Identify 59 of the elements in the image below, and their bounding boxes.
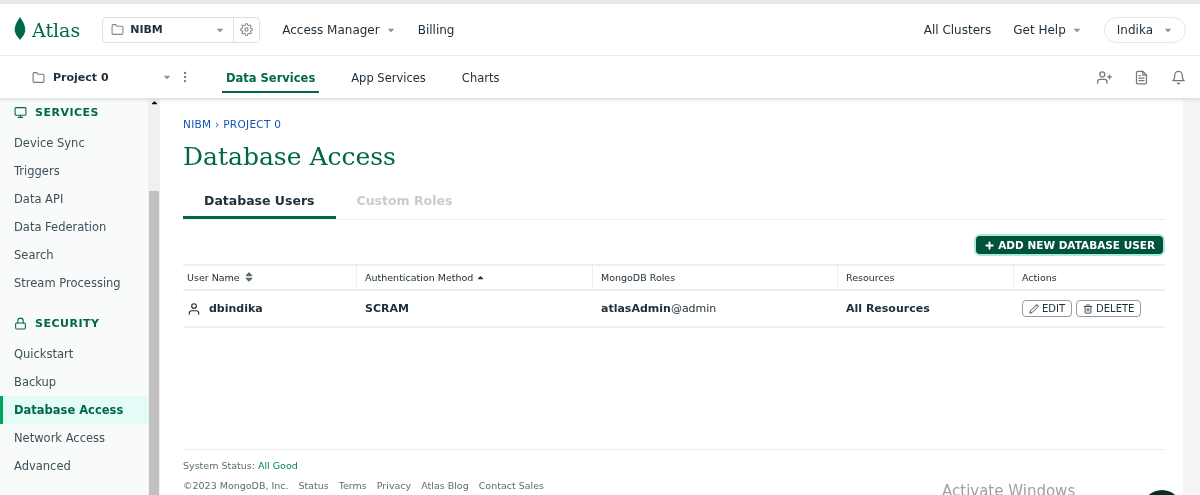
settings-icon[interactable]: [240, 23, 254, 36]
service-tab[interactable]: Charts: [457, 61, 504, 93]
sidebar-item[interactable]: Data API: [0, 185, 148, 213]
nav-link[interactable]: Billing: [417, 22, 455, 37]
service-tab[interactable]: Data Services: [222, 61, 320, 93]
system-status: System Status: All Good: [183, 460, 299, 471]
monitor-icon: [14, 106, 27, 119]
nav-link[interactable]: All Clusters: [923, 22, 992, 37]
sidebar-item[interactable]: Advanced: [0, 452, 148, 480]
section-title: SECURITY: [0, 313, 148, 334]
user-icon: [187, 301, 201, 316]
page-title: Database Access: [183, 142, 397, 171]
table-cell: dbindika: [183, 291, 356, 328]
scrollbar[interactable]: [148, 98, 160, 495]
edit-button[interactable]: EDIT: [1022, 300, 1073, 317]
trash-icon: [1083, 303, 1094, 314]
add-user-button[interactable]: ADD NEW DATABASE USER: [974, 234, 1165, 256]
sidebar-item[interactable]: Backup: [0, 368, 148, 396]
plus-icon: [984, 239, 996, 251]
scroll-up-icon[interactable]: [149, 98, 159, 107]
nav-link[interactable]: Get Help: [1013, 22, 1082, 37]
sidebar-item[interactable]: Triggers: [0, 157, 148, 185]
copyright: ©2023 MongoDB, Inc.: [183, 480, 289, 491]
table-cell: SCRAM: [356, 291, 592, 328]
sidebar-item[interactable]: Quickstart: [0, 340, 148, 368]
sidebar-item[interactable]: Network Access: [0, 424, 148, 452]
tab[interactable]: Database Users: [183, 187, 336, 219]
column-header[interactable]: Authentication Method: [356, 266, 592, 291]
column-header[interactable]: Resources: [837, 266, 1013, 291]
lock-icon: [14, 317, 27, 330]
footer-link[interactable]: Contact Sales: [478, 480, 544, 491]
bell-icon[interactable]: [1171, 69, 1186, 85]
column-header[interactable]: MongoDB Roles: [592, 266, 837, 291]
scrollbar[interactable]: [1183, 98, 1200, 495]
sidebar-item[interactable]: Data Federation: [0, 213, 148, 241]
sort-ascending-icon[interactable]: [476, 273, 486, 282]
project-select[interactable]: Project 0: [32, 70, 172, 84]
folder-icon: [32, 70, 45, 84]
logo-text: Atlas: [32, 18, 81, 41]
pencil-icon: [1029, 303, 1039, 314]
user-plus-icon[interactable]: [1097, 69, 1112, 85]
table-cell: atlasAdmin@admin: [592, 291, 837, 328]
delete-button[interactable]: DELETE: [1076, 300, 1142, 317]
footer-link[interactable]: Terms: [338, 480, 367, 491]
sidebar-item[interactable]: Device Sync: [0, 129, 148, 157]
breadcrumb[interactable]: NIBM › PROJECT 0: [183, 118, 1165, 130]
column-header[interactable]: Actions: [1013, 266, 1165, 291]
footer-link[interactable]: Privacy: [376, 480, 412, 491]
sidebar-item[interactable]: Stream Processing: [0, 269, 148, 297]
sidebar-item[interactable]: Search: [0, 241, 148, 269]
nav-link[interactable]: Access Manager: [282, 22, 396, 37]
service-tab[interactable]: App Services: [347, 61, 430, 93]
footer-link[interactable]: Atlas Blog: [421, 480, 469, 491]
table-cell: All Resources: [837, 291, 1013, 328]
column-header[interactable]: User Name: [183, 266, 356, 291]
sidebar-item[interactable]: Database Access: [0, 396, 148, 424]
document-icon[interactable]: [1134, 69, 1149, 85]
section-title: SERVICES: [0, 102, 148, 123]
footer-link[interactable]: Status: [298, 480, 329, 491]
